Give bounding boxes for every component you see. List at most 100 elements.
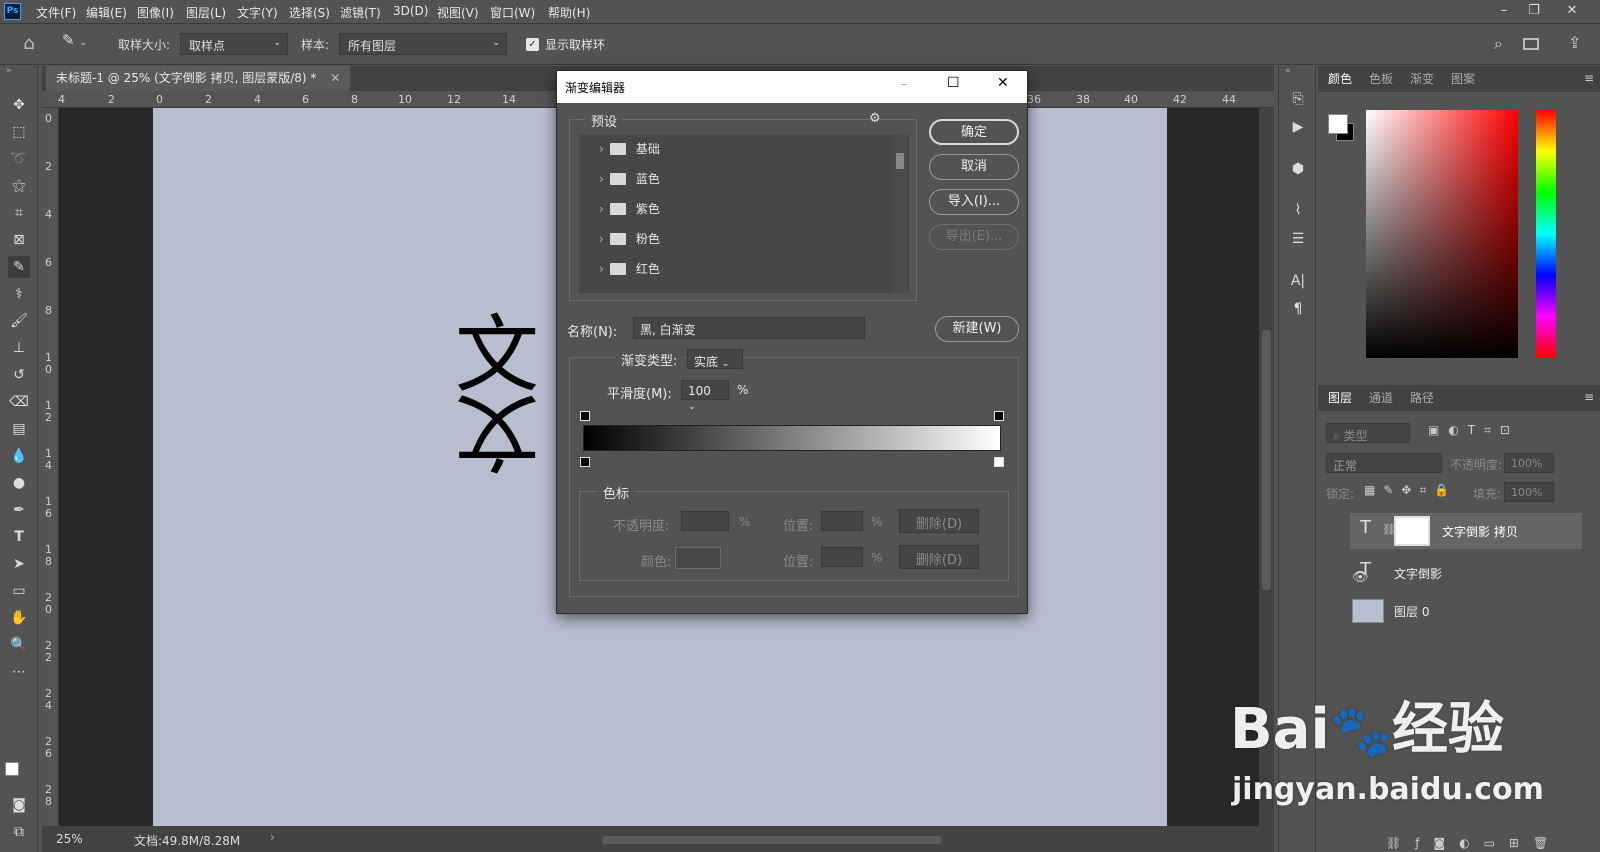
color-stop-right[interactable] (994, 457, 1004, 467)
more-tools-icon[interactable]: ⋯ (8, 661, 30, 683)
dodge-tool-icon[interactable]: ● (8, 472, 30, 494)
rectangle-tool-icon[interactable]: ▭ (8, 580, 30, 602)
panel-menu-icon[interactable]: ≡ (1584, 390, 1594, 404)
zoom-tool-icon[interactable]: 🔍 (8, 634, 30, 656)
menu-file[interactable]: 文件(F) (36, 4, 76, 21)
menu-window[interactable]: 窗口(W) (490, 4, 535, 21)
tab-paths[interactable]: 路径 (1410, 385, 1434, 411)
collapse-icon[interactable]: « (1285, 66, 1291, 76)
foreground-swatch[interactable] (1328, 114, 1348, 134)
menu-select[interactable]: 选择(S) (289, 4, 330, 21)
brush-settings-icon[interactable]: ⌇ (1287, 199, 1309, 221)
eraser-tool-icon[interactable]: ⌫ (8, 391, 30, 413)
character-panel-icon[interactable]: A| (1287, 270, 1309, 292)
layers-footer-icons[interactable]: ⛓ƒ◙◐▭⊞🗑 (1386, 836, 1562, 850)
preset-folder[interactable]: › 蓝色 (599, 165, 660, 193)
menu-filter[interactable]: 滤镜(T) (340, 4, 381, 21)
dialog-titlebar[interactable]: 渐变编辑器 – ☐ ✕ (557, 71, 1027, 103)
show-ring-checkbox[interactable]: ✓ (526, 38, 539, 51)
color-field[interactable] (1366, 110, 1518, 358)
export-button[interactable]: 导出(E)... (929, 224, 1019, 250)
marquee-tool-icon[interactable]: ⬚ (8, 121, 30, 143)
blur-tool-icon[interactable]: 💧 (8, 445, 30, 467)
opacity-field[interactable]: 100% (1504, 453, 1554, 473)
gradient-bar[interactable] (583, 425, 1001, 451)
presets-scrollbar[interactable] (893, 135, 907, 293)
preset-folder[interactable]: › 红色 (599, 255, 660, 283)
zoom-level[interactable]: 25% (56, 832, 83, 846)
fill-field[interactable]: 100% (1504, 482, 1554, 502)
workspace-icon[interactable] (1523, 38, 1539, 50)
preset-folder[interactable]: › 粉色 (599, 225, 660, 253)
layer-mask-thumbnail[interactable] (1394, 516, 1430, 546)
stop-opacity-input[interactable] (681, 511, 729, 531)
layer-filter-icons[interactable]: ▣◐T⌗⊡ (1428, 423, 1519, 438)
menu-layer[interactable]: 图层(L) (186, 4, 226, 21)
tab-gradients[interactable]: 渐变 (1410, 66, 1434, 92)
chevron-right-icon[interactable]: › (270, 830, 275, 844)
paragraph-panel-icon[interactable]: ¶ (1287, 298, 1309, 320)
share-icon[interactable]: ⇪ (1568, 33, 1581, 52)
home-icon[interactable]: ⌂ (18, 33, 40, 55)
menu-type[interactable]: 文字(Y) (237, 4, 278, 21)
foreground-color-swatch[interactable] (5, 762, 19, 776)
dialog-minimize-icon[interactable]: – (901, 77, 907, 91)
tab-layers[interactable]: 图层 (1328, 385, 1352, 411)
preset-folder[interactable]: › 基础 (599, 135, 660, 163)
delete-color-stop-button[interactable]: 删除(D) (899, 545, 979, 569)
sample-select[interactable]: 所有图层 ⌄ (339, 33, 507, 55)
lock-icons[interactable]: ▦✎✥⌗🔒 (1364, 483, 1457, 498)
layer-row[interactable]: T ⛓ 文字倒影 拷贝 (1350, 513, 1582, 549)
tab-color[interactable]: 颜色 (1328, 66, 1352, 92)
frame-tool-icon[interactable]: ⊠ (8, 229, 30, 251)
screen-mode-icon[interactable]: ⧉ (8, 821, 30, 843)
ok-button[interactable]: 确定 (929, 119, 1019, 145)
tab-channels[interactable]: 通道 (1369, 385, 1393, 411)
panel-menu-icon[interactable]: ≡ (1584, 71, 1594, 85)
minimize-icon[interactable]: – (1488, 0, 1520, 22)
import-button[interactable]: 导入(I)... (929, 189, 1019, 215)
horizontal-scrollbar[interactable] (602, 836, 942, 844)
eyedropper-preset-icon[interactable]: ✎ ⌄ (62, 31, 98, 57)
close-tab-icon[interactable]: ✕ (330, 71, 340, 85)
quick-mask-icon[interactable]: ◙ (8, 794, 30, 816)
lasso-tool-icon[interactable]: ➰ (8, 148, 30, 170)
stamp-tool-icon[interactable]: ⊥ (8, 337, 30, 359)
healing-brush-tool-icon[interactable]: ⚕ (8, 283, 30, 305)
menu-view[interactable]: 视图(V) (437, 4, 479, 21)
presets-list[interactable]: › 基础 › 蓝色 › 紫色 › 粉色 › 红色 (579, 135, 909, 293)
crop-tool-icon[interactable]: ⌗ (8, 202, 30, 224)
gradient-type-select[interactable]: 实底 ⌄ (687, 349, 743, 369)
search-icon[interactable]: ⌕ (1494, 34, 1503, 54)
name-input[interactable]: 黑, 白渐变 (633, 317, 865, 339)
tab-patterns[interactable]: 图案 (1451, 66, 1475, 92)
type-tool-icon[interactable]: T (8, 526, 30, 548)
hue-slider[interactable] (1536, 110, 1556, 358)
sample-size-select[interactable]: 取样点 ⌄ (180, 33, 288, 55)
presets-scrollbar-thumb[interactable] (896, 153, 904, 169)
menu-3d[interactable]: 3D(D) (393, 4, 428, 18)
dialog-close-icon[interactable]: ✕ (997, 75, 1009, 91)
3d-panel-icon[interactable]: ⬢ (1287, 158, 1309, 180)
magic-wand-tool-icon[interactable]: ⚝ (8, 175, 30, 197)
layer-filter-select[interactable]: ⌕ 类型 (1326, 423, 1410, 443)
menu-image[interactable]: 图像(I) (137, 4, 174, 21)
layer-row[interactable]: 图层 0 (1350, 593, 1582, 629)
history-brush-tool-icon[interactable]: ↺ (8, 364, 30, 386)
document-tab[interactable]: 未标题-1 @ 25% (文字倒影 拷贝, 图层蒙版/8) * ✕ (46, 66, 351, 91)
layer-row[interactable]: T 文字倒影 (1350, 555, 1582, 591)
gear-icon[interactable]: ⚙ (869, 111, 881, 126)
stop-color-swatch[interactable] (675, 547, 721, 569)
color-position-input[interactable] (821, 547, 863, 567)
opacity-stop-right[interactable] (994, 411, 1004, 421)
smoothness-input[interactable]: 100 ⌄ (681, 380, 729, 412)
tab-swatches[interactable]: 色板 (1369, 66, 1393, 92)
history-panel-icon[interactable]: ⎘ (1287, 88, 1309, 110)
adjustments-icon[interactable]: ☰ (1287, 228, 1309, 250)
hand-tool-icon[interactable]: ✋ (8, 607, 30, 629)
scrollbar-thumb[interactable] (1262, 330, 1271, 590)
path-select-tool-icon[interactable]: ➤ (8, 553, 30, 575)
cancel-button[interactable]: 取消 (929, 154, 1019, 180)
menu-help[interactable]: 帮助(H) (548, 4, 590, 21)
brush-tool-icon[interactable]: 🖌 (8, 310, 30, 332)
